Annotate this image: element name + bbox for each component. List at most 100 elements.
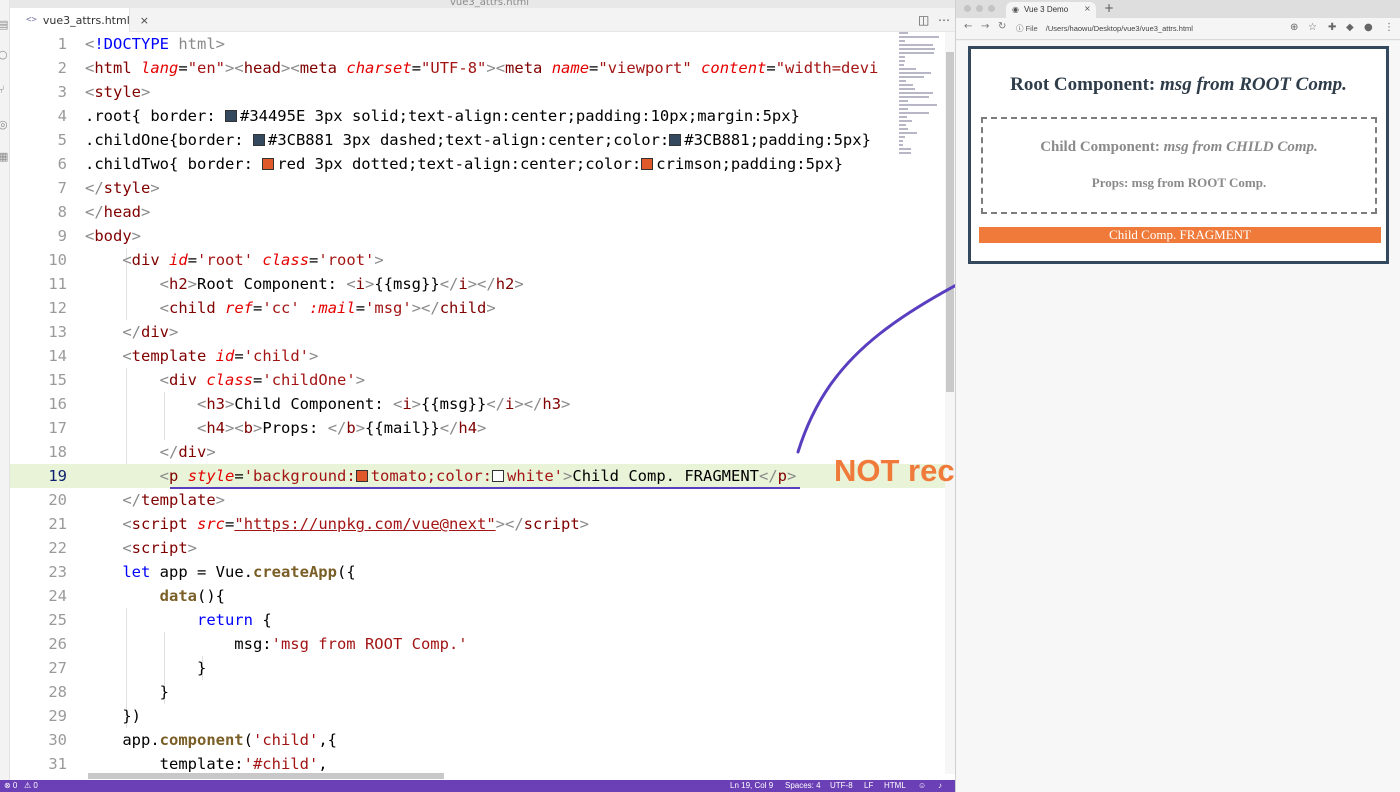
reload-icon[interactable]: ↻ — [998, 21, 1006, 32]
minimap-line — [899, 40, 905, 42]
zoom-icon[interactable]: ⊕ — [1290, 22, 1298, 33]
line-number: 8 — [57, 203, 67, 221]
code-line[interactable]: 8 </head> — [10, 200, 955, 224]
minimap-line — [899, 148, 912, 150]
debug-icon[interactable]: ◎ — [0, 119, 8, 130]
minimap-line — [899, 132, 918, 134]
minimap[interactable] — [895, 32, 945, 172]
close-window-icon[interactable] — [964, 5, 971, 12]
line-code: msg:'msg from ROOT Comp.' — [85, 635, 468, 653]
code-line[interactable]: 25 return { — [10, 608, 955, 632]
line-ending[interactable]: LF — [864, 780, 873, 792]
line-code: <body> — [85, 227, 142, 245]
indentation[interactable]: Spaces: 4 — [785, 780, 821, 792]
menu-icon[interactable]: ⋮ — [1384, 22, 1394, 33]
code-line[interactable]: 23 let app = Vue.createApp({ — [10, 560, 955, 584]
more-actions-icon[interactable]: ⋯ — [938, 13, 950, 27]
notifications-icon[interactable]: ♪ — [938, 780, 942, 792]
extensions-icon[interactable]: ✚ — [1328, 22, 1336, 33]
code-line[interactable]: 26 msg:'msg from ROOT Comp.' — [10, 632, 955, 656]
props-value: msg from ROOT Comp. — [1131, 175, 1267, 190]
code-line[interactable]: 10 <div id='root' class='root'> — [10, 248, 955, 272]
code-line[interactable]: 7 </style> — [10, 176, 955, 200]
line-code: <html lang="en"><head><meta charset="UTF… — [85, 59, 879, 77]
feedback-icon[interactable]: ☺ — [918, 780, 926, 792]
line-number: 21 — [48, 515, 67, 533]
minimap-line — [899, 144, 903, 146]
encoding[interactable]: UTF-8 — [830, 780, 853, 792]
close-icon[interactable]: × — [140, 14, 149, 27]
code-line[interactable]: 11 <h2>Root Component: <i>{{msg}}</i></h… — [10, 272, 955, 296]
line-number: 13 — [48, 323, 67, 341]
browser-tab[interactable]: ◉ Vue 3 Demo × — [1006, 2, 1096, 18]
minimize-window-icon[interactable] — [976, 5, 983, 12]
line-number: 3 — [57, 83, 67, 101]
error-count[interactable]: ⊗ 0 — [4, 780, 17, 792]
explorer-icon[interactable]: ▤ — [0, 19, 8, 30]
code-line[interactable]: 20 </template> — [10, 488, 955, 512]
extensions-icon[interactable]: ▦ — [0, 151, 8, 162]
line-code: <style> — [85, 83, 151, 101]
code-line[interactable]: 12 <child ref='cc' :mail='msg'></child> — [10, 296, 955, 320]
code-line[interactable]: 6 .childTwo{ border: red 3px dotted;text-… — [10, 152, 955, 176]
line-number: 26 — [48, 635, 67, 653]
code-line[interactable]: 17 <h4><b>Props: </b>{{mail}}</h4> — [10, 416, 955, 440]
zoom-window-icon[interactable] — [988, 5, 995, 12]
code-line[interactable]: 18 </div> — [10, 440, 955, 464]
code-line[interactable]: 9 <body> — [10, 224, 955, 248]
language-mode[interactable]: HTML — [884, 780, 906, 792]
address-bar[interactable]: ⓘ File /Users/haowu/Desktop/vue3/vue3_at… — [1016, 21, 1316, 36]
new-tab-icon[interactable]: + — [1104, 1, 1114, 15]
extension-icon[interactable]: ◆ — [1346, 22, 1354, 33]
scrollbar-thumb[interactable] — [946, 52, 954, 392]
code-line[interactable]: 1 <!DOCTYPE html> — [10, 32, 955, 56]
code-line[interactable]: 21 <script src="https://unpkg.com/vue@ne… — [10, 512, 955, 536]
line-number: 11 — [48, 275, 67, 293]
line-code: <h4><b>Props: </b>{{mail}}</h4> — [196, 419, 487, 437]
file-tab[interactable]: <> vue3_attrs.html × — [10, 8, 149, 32]
back-icon[interactable]: ← — [964, 21, 972, 32]
code-line[interactable]: 16 <h3>Child Component: <i>{{msg}}</i></… — [10, 392, 955, 416]
profile-icon[interactable]: ● — [1364, 22, 1373, 33]
globe-icon: ◉ — [1012, 5, 1019, 14]
warning-count[interactable]: ⚠ 0 — [24, 780, 38, 792]
root-title: Root Component: msg from ROOT Comp. — [971, 74, 1386, 96]
code-area[interactable]: 1 <!DOCTYPE html> 2 <html lang="en"><head><… — [10, 32, 955, 774]
code-line[interactable]: 22 <script> — [10, 536, 955, 560]
horizontal-scrollbar-thumb[interactable] — [88, 773, 444, 779]
line-number: 25 — [48, 611, 67, 629]
code-line[interactable]: 28 } — [10, 680, 955, 704]
code-line[interactable]: 14 <template id='child'> — [10, 344, 955, 368]
code-line[interactable]: 27 } — [10, 656, 955, 680]
star-icon[interactable]: ☆ — [1308, 22, 1317, 33]
vertical-scrollbar[interactable] — [945, 32, 955, 774]
line-code: <p style='background: tomato;color: white'… — [159, 467, 797, 485]
line-number: 31 — [48, 755, 67, 773]
code-line[interactable]: 30 app.component('child',{ — [10, 728, 955, 752]
minimap-line — [899, 108, 909, 110]
info-icon[interactable]: ⓘ — [1016, 24, 1024, 33]
code-line[interactable]: 4 .root{ border: #34495E 3px solid;text-a… — [10, 104, 955, 128]
root-title-label: Root Component: — [1010, 74, 1161, 95]
split-editor-icon[interactable]: ◫ — [918, 13, 929, 27]
line-code: app.component('child',{ — [85, 731, 337, 749]
code-line[interactable]: 15 <div class='childOne'> — [10, 368, 955, 392]
close-icon[interactable]: × — [1084, 4, 1091, 13]
line-number: 24 — [48, 587, 67, 605]
code-line[interactable]: 19 <p style='background: tomato;color: whi… — [10, 464, 955, 488]
line-number: 1 — [57, 35, 67, 53]
code-line[interactable]: 13 </div> — [10, 320, 955, 344]
minimap-line — [899, 48, 936, 50]
annotation-underline — [170, 487, 800, 489]
cursor-position[interactable]: Ln 19, Col 9 — [730, 780, 773, 792]
code-line[interactable]: 24 data(){ — [10, 584, 955, 608]
code-line[interactable]: 5 .childOne{border: #3CB881 3px dashed;te… — [10, 128, 955, 152]
code-line[interactable]: 29 }) — [10, 704, 955, 728]
search-icon[interactable]: ○ — [0, 49, 8, 60]
source-control-icon[interactable]: ⑂ — [0, 84, 8, 95]
code-line[interactable]: 3 <style> — [10, 80, 955, 104]
forward-icon[interactable]: → — [981, 21, 989, 32]
minimap-line — [899, 104, 938, 106]
browser-window: ◉ Vue 3 Demo × + ← → ↻ ⓘ File /Users/hao… — [955, 0, 1400, 792]
code-line[interactable]: 2 <html lang="en"><head><meta charset="UT… — [10, 56, 955, 80]
